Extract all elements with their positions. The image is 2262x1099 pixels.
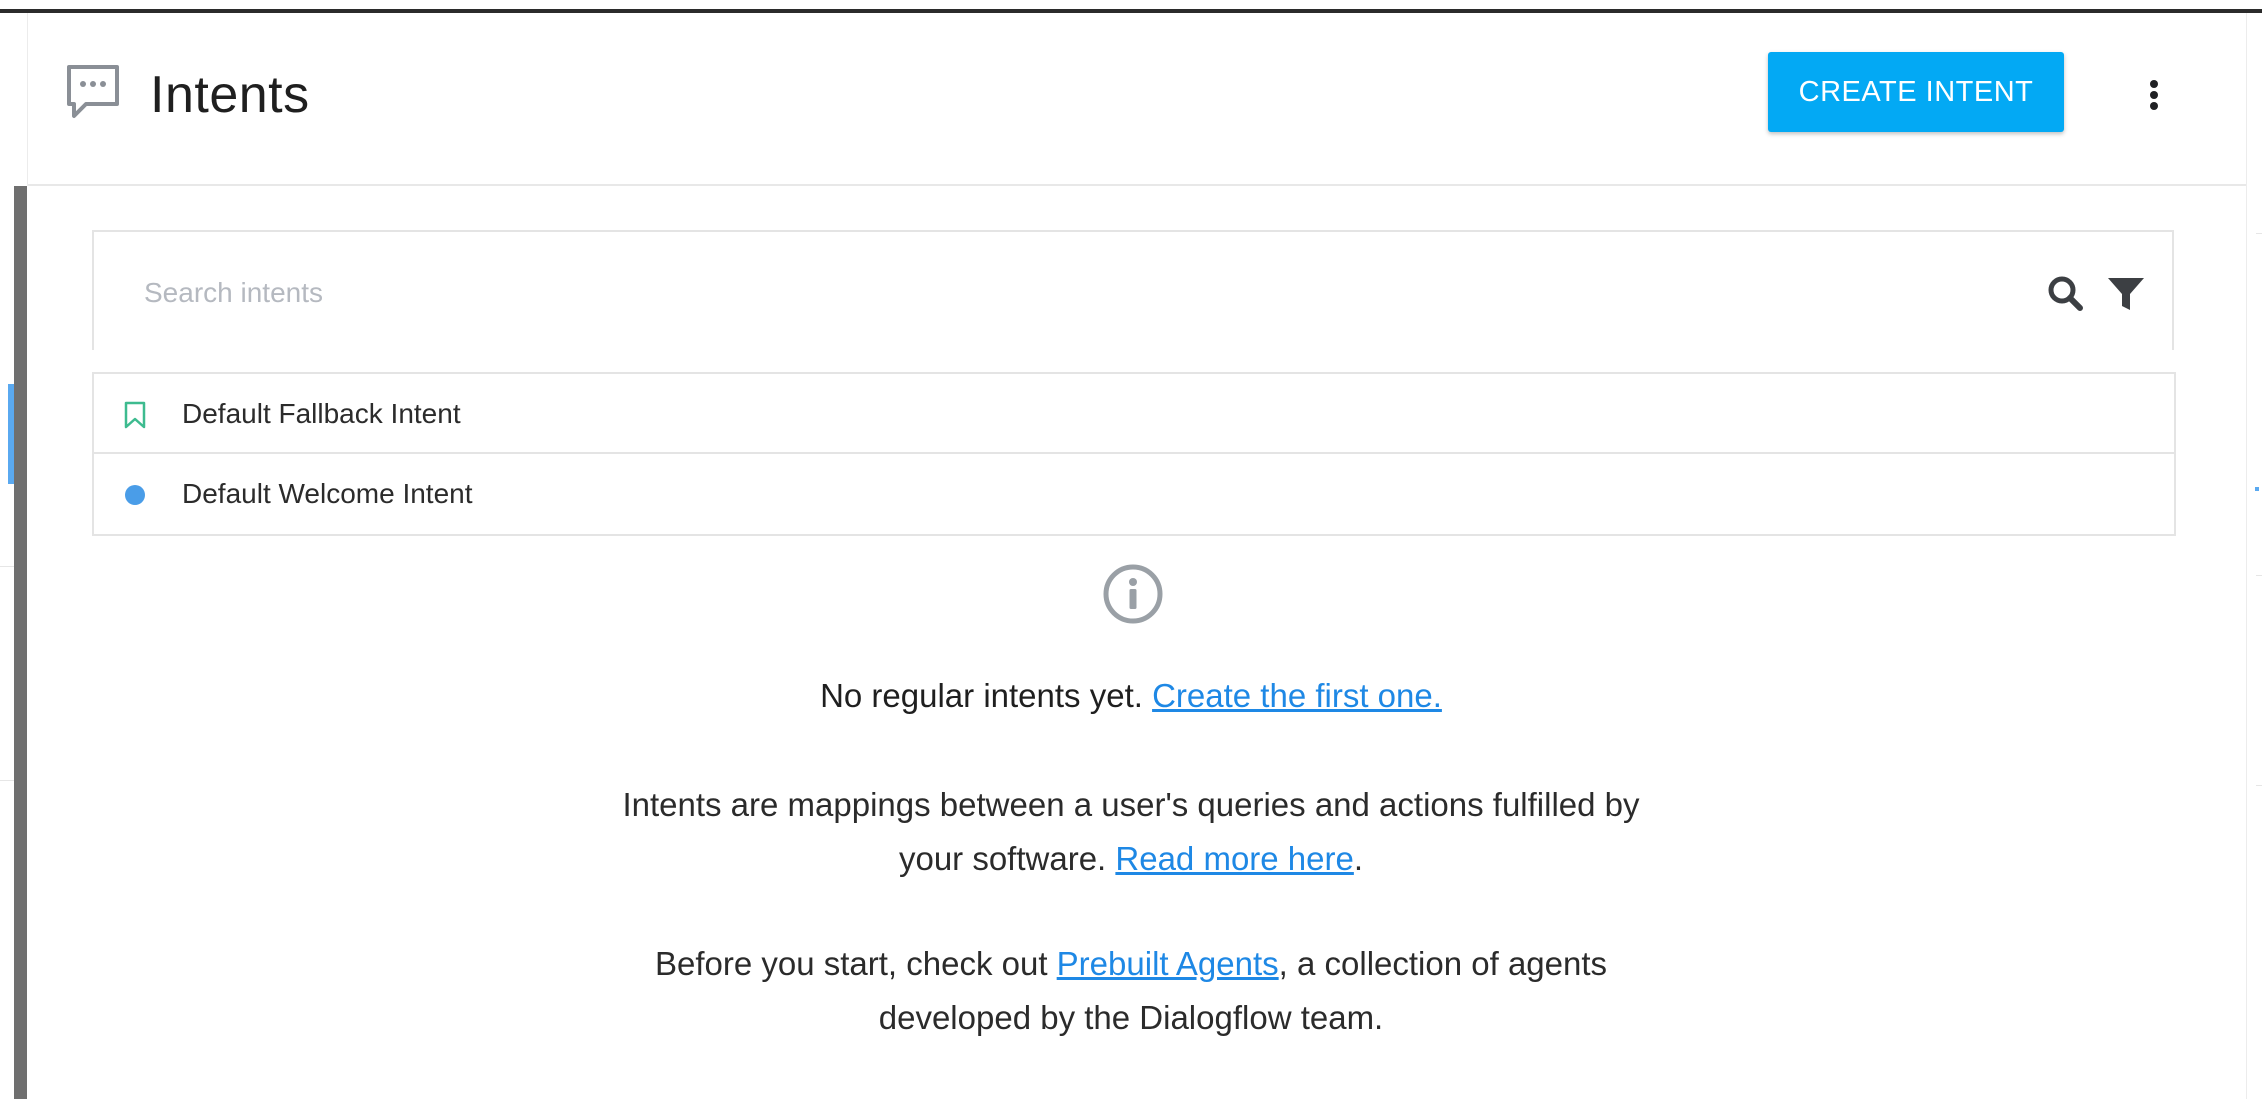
prebuilt-agents-link[interactable]: Prebuilt Agents (1057, 945, 1279, 982)
create-first-intent-link[interactable]: Create the first one. (1152, 677, 1442, 714)
chat-bubble-icon (67, 65, 119, 118)
search-bar (92, 230, 2174, 350)
description-line: Intents are mappings between a user's qu… (622, 786, 1640, 823)
empty-state-title-text: No regular intents yet. (820, 677, 1153, 714)
intent-list: Default Fallback Intent Default Welcome … (92, 372, 2176, 536)
description-text: your software. (898, 840, 1116, 877)
note-text-end: , a collection of agents (1278, 945, 1608, 982)
bookmark-outline-icon (124, 401, 146, 429)
left-nav-active-indicator (8, 384, 14, 484)
info-icon (1103, 564, 1163, 624)
description-line: your software. Read more here. (0, 832, 2262, 886)
filter-icon[interactable] (2102, 270, 2150, 318)
empty-state-title: No regular intents yet. Create the first… (0, 677, 2262, 715)
search-icon[interactable] (2042, 270, 2090, 318)
page-title: Intents (150, 66, 310, 124)
intent-name: Default Welcome Intent (182, 478, 473, 509)
search-input[interactable] (144, 268, 1844, 318)
left-nav-edge (0, 13, 28, 186)
left-divider (0, 566, 14, 567)
intent-row-default-welcome[interactable]: Default Welcome Intent (94, 454, 2174, 534)
empty-state-description: Intents are mappings between a user's qu… (0, 778, 2262, 886)
intent-row-default-fallback[interactable]: Default Fallback Intent (94, 374, 2174, 454)
note-line: Before you start, check out Prebuilt Age… (0, 937, 2262, 991)
note-text: Before you start, check out (654, 945, 1057, 982)
read-more-link[interactable]: Read more here (1115, 840, 1353, 877)
right-indicator (2255, 487, 2259, 491)
intent-name: Default Fallback Intent (182, 398, 461, 429)
right-divider (2256, 233, 2262, 234)
note-line: developed by the Dialogflow team. (878, 999, 1384, 1036)
right-divider (2256, 575, 2262, 576)
top-border (0, 0, 2262, 13)
more-options-icon[interactable] (2134, 70, 2174, 120)
create-intent-button[interactable]: CREATE INTENT (1768, 52, 2064, 132)
prebuilt-agents-note: Before you start, check out Prebuilt Age… (0, 937, 2262, 1045)
description-period: . (1353, 840, 1364, 877)
filled-dot-icon (125, 485, 145, 505)
